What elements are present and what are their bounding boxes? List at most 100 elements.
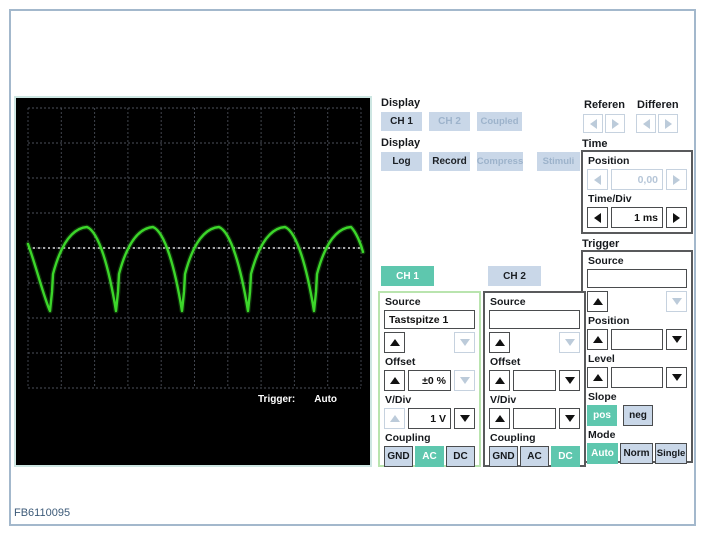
down-arrow-icon bbox=[671, 298, 682, 305]
ch2-offset-up-button[interactable] bbox=[489, 370, 510, 391]
ch2-dc-button[interactable]: DC bbox=[551, 446, 580, 467]
ch2-vdiv-label: V/Div bbox=[490, 394, 517, 406]
ch2-gnd-button[interactable]: GND bbox=[489, 446, 518, 467]
down-arrow-icon bbox=[671, 374, 682, 381]
time-position-label: Position bbox=[588, 155, 630, 167]
ch1-source-stepper-row bbox=[384, 332, 475, 353]
record-button[interactable]: Record bbox=[429, 152, 470, 171]
left-arrow-icon bbox=[589, 118, 597, 129]
differential-prev-button[interactable] bbox=[636, 114, 656, 133]
display-modes-row: Log Record Compress Stimuli bbox=[381, 152, 580, 171]
ch1-source-down-button[interactable] bbox=[454, 332, 475, 353]
ch2-tab[interactable]: CH 2 bbox=[488, 266, 541, 286]
trigger-source-down-button[interactable] bbox=[666, 291, 687, 312]
trigger-readout-label: Trigger: bbox=[258, 394, 296, 405]
display-ch1-button[interactable]: CH 1 bbox=[381, 112, 422, 131]
time-position-increase-button[interactable] bbox=[666, 169, 687, 190]
ch2-source-up-button[interactable] bbox=[489, 332, 510, 353]
trigger-level-down-button[interactable] bbox=[666, 367, 687, 388]
left-arrow-icon bbox=[594, 174, 601, 185]
mode-auto-button[interactable]: Auto bbox=[587, 443, 618, 464]
ch1-source-input[interactable]: Tastspitze 1 bbox=[384, 310, 475, 329]
compress-button[interactable]: Compress bbox=[477, 152, 523, 171]
display-modes-label: Display bbox=[381, 137, 421, 149]
down-arrow-icon bbox=[459, 339, 470, 346]
up-arrow-icon bbox=[592, 298, 603, 305]
differential-next-button[interactable] bbox=[658, 114, 678, 133]
reference-label: Referen bbox=[584, 99, 625, 111]
mode-norm-button[interactable]: Norm bbox=[620, 443, 653, 464]
down-arrow-icon bbox=[564, 377, 575, 384]
ch2-offset-down-button[interactable] bbox=[559, 370, 580, 391]
reference-nav bbox=[583, 114, 625, 133]
ch1-source-up-button[interactable] bbox=[384, 332, 405, 353]
ch1-dc-button[interactable]: DC bbox=[446, 446, 475, 467]
trigger-source-label: Source bbox=[588, 255, 624, 267]
display-ch2-button[interactable]: CH 2 bbox=[429, 112, 470, 131]
stimuli-button[interactable]: Stimuli bbox=[537, 152, 580, 171]
ch1-vdiv-row: 1 V bbox=[384, 408, 475, 429]
trigger-panel: Source Position Level Slope pos neg Mode… bbox=[581, 250, 693, 464]
ch1-vdiv-down-button[interactable] bbox=[454, 408, 475, 429]
ch1-offset-up-button[interactable] bbox=[384, 370, 405, 391]
trigger-position-row bbox=[587, 329, 687, 350]
trigger-level-label: Level bbox=[588, 353, 615, 365]
ch2-vdiv-up-button[interactable] bbox=[489, 408, 510, 429]
down-arrow-icon bbox=[459, 377, 470, 384]
differential-nav bbox=[636, 114, 678, 133]
ch1-offset-label: Offset bbox=[385, 356, 416, 368]
ch1-offset-down-button[interactable] bbox=[454, 370, 475, 391]
ch1-offset-value: ±0 % bbox=[408, 370, 451, 391]
mode-single-button[interactable]: Single bbox=[655, 443, 687, 464]
timediv-increase-button[interactable] bbox=[666, 207, 687, 228]
ch2-panel: Source Offset V/Div Coupling GND AC DC bbox=[483, 291, 586, 467]
trigger-level-up-button[interactable] bbox=[587, 367, 608, 388]
slope-pos-button[interactable]: pos bbox=[587, 405, 617, 426]
trigger-source-input[interactable] bbox=[587, 269, 687, 288]
ch1-gnd-button[interactable]: GND bbox=[384, 446, 413, 467]
ch1-tab[interactable]: CH 1 bbox=[381, 266, 434, 286]
reference-prev-button[interactable] bbox=[583, 114, 603, 133]
display-channels-row: CH 1 CH 2 Coupled bbox=[381, 112, 522, 131]
time-position-decrease-button[interactable] bbox=[587, 169, 608, 190]
display-coupled-button[interactable]: Coupled bbox=[477, 112, 522, 131]
ch1-coupling-label: Coupling bbox=[385, 432, 431, 444]
trigger-position-up-button[interactable] bbox=[587, 329, 608, 350]
ch2-source-down-button[interactable] bbox=[559, 332, 580, 353]
ch2-coupling-label: Coupling bbox=[490, 432, 536, 444]
time-position-value: 0,00 bbox=[611, 169, 663, 190]
trigger-label: Trigger bbox=[582, 238, 620, 250]
ch1-ac-button[interactable]: AC bbox=[415, 446, 444, 467]
slope-neg-button[interactable]: neg bbox=[623, 405, 653, 426]
ch1-offset-row: ±0 % bbox=[384, 370, 475, 391]
trigger-source-stepper-row bbox=[587, 291, 687, 312]
ch1-source-label: Source bbox=[385, 296, 421, 308]
reference-next-button[interactable] bbox=[605, 114, 625, 133]
trigger-position-down-button[interactable] bbox=[666, 329, 687, 350]
trigger-level-value bbox=[611, 367, 663, 388]
trigger-slope-row: pos neg bbox=[587, 405, 687, 426]
up-arrow-icon bbox=[494, 377, 505, 384]
trigger-readout-mode: Auto bbox=[314, 394, 338, 405]
up-arrow-icon bbox=[389, 377, 400, 384]
timediv-decrease-button[interactable] bbox=[587, 207, 608, 228]
trigger-source-up-button[interactable] bbox=[587, 291, 608, 312]
timediv-label: Time/Div bbox=[588, 193, 632, 205]
up-arrow-icon bbox=[494, 339, 505, 346]
up-arrow-icon bbox=[389, 415, 400, 422]
ch2-ac-button[interactable]: AC bbox=[520, 446, 549, 467]
waveform-plot bbox=[25, 107, 366, 389]
ch1-panel: Source Tastspitze 1 Offset ±0 % V/Div 1 … bbox=[378, 291, 481, 467]
ch2-offset-value bbox=[513, 370, 556, 391]
down-arrow-icon bbox=[671, 336, 682, 343]
down-arrow-icon bbox=[564, 339, 575, 346]
ch2-offset-label: Offset bbox=[490, 356, 521, 368]
display-channels-label: Display bbox=[381, 97, 421, 109]
down-arrow-icon bbox=[564, 415, 575, 422]
log-button[interactable]: Log bbox=[381, 152, 422, 171]
left-arrow-icon bbox=[594, 212, 601, 223]
up-arrow-icon bbox=[494, 415, 505, 422]
ch2-vdiv-down-button[interactable] bbox=[559, 408, 580, 429]
ch1-vdiv-up-button[interactable] bbox=[384, 408, 405, 429]
ch2-source-input[interactable] bbox=[489, 310, 580, 329]
